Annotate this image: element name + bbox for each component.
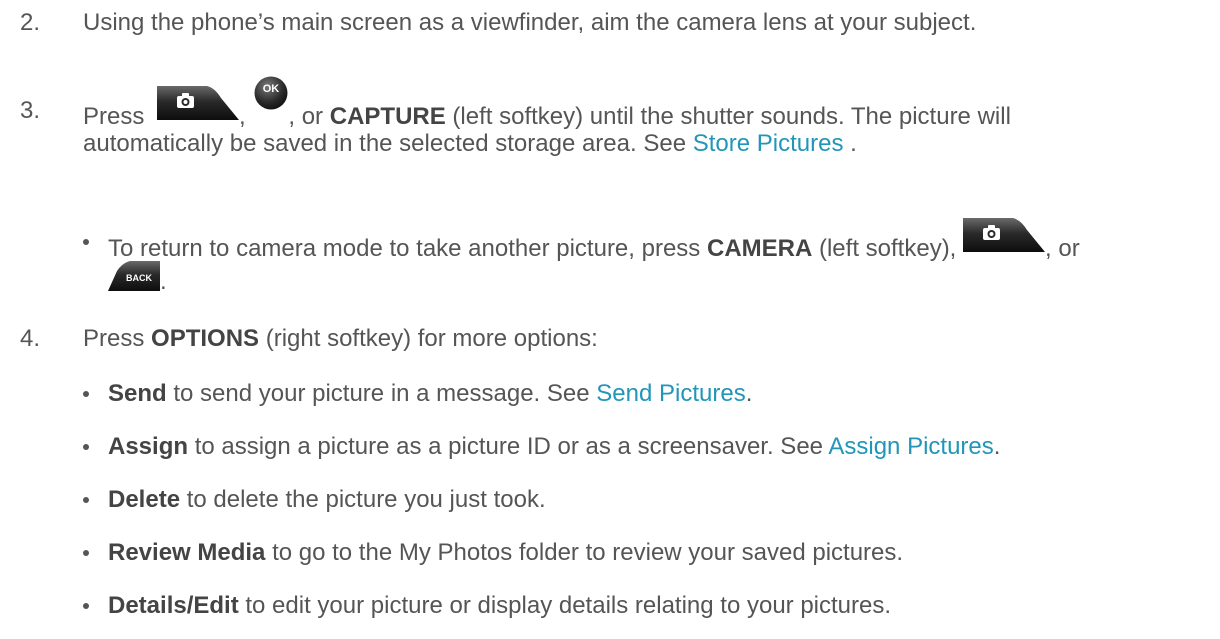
comma-or: , or — [288, 103, 324, 130]
step-text: Press , OK , or CAPTURE (left softkey) u… — [83, 76, 1190, 160]
step-number: 2. — [20, 9, 41, 36]
period: . — [745, 380, 753, 407]
back-key-icon: BACK — [108, 261, 160, 291]
bullet-dot — [83, 603, 89, 609]
camera-mode-bullet: To return to camera mode to take another… — [83, 218, 1203, 295]
comma: , — [239, 103, 246, 130]
option-delete: Delete to delete the picture you just to… — [83, 483, 1203, 516]
option-desc: to delete the picture you just took. — [186, 486, 546, 513]
store-pictures-link[interactable]: Store Pictures — [693, 130, 844, 157]
options-description: (right softkey) for more options: — [265, 325, 598, 352]
bullet-text: To return to camera mode to take another… — [108, 218, 1203, 295]
ok-key-icon: OK — [254, 76, 288, 110]
capture-label: CAPTURE — [329, 103, 446, 130]
send-pictures-link[interactable]: Send Pictures — [596, 380, 745, 407]
bullet-dot — [83, 497, 89, 503]
step-number: 4. — [20, 325, 41, 352]
period: . — [850, 130, 857, 157]
option-text: Assign to assign a picture as a picture … — [108, 430, 1203, 463]
press-text: Press — [83, 325, 145, 352]
camera-key-icon — [157, 86, 240, 120]
camera-key-icon — [963, 218, 1046, 252]
option-assign: Assign to assign a picture as a picture … — [83, 430, 1203, 463]
option-term: Send — [108, 380, 167, 407]
step-2: 2. Using the phone’s main screen as a vi… — [20, 6, 1190, 39]
svg-text:OK: OK — [263, 83, 280, 95]
option-desc: to go to the My Photos folder to review … — [272, 539, 904, 566]
capture-description-cont: automatically be saved in the selected s… — [83, 130, 687, 157]
option-desc: to assign a picture as a picture ID or a… — [194, 433, 824, 460]
camera-label: CAMERA — [706, 235, 813, 262]
capture-description: (left softkey) until the shutter sounds.… — [452, 103, 1011, 130]
bullet-dot — [83, 550, 89, 556]
option-desc: to edit your picture or display details … — [245, 592, 892, 619]
options-label: OPTIONS — [151, 325, 260, 352]
step-4: 4. Press OPTIONS (right softkey) for mor… — [20, 322, 1190, 355]
option-desc: to send your picture in a message. See — [173, 380, 590, 407]
bullet-mid: (left softkey), — [818, 235, 957, 262]
option-text: Details/Edit to edit your picture or dis… — [108, 589, 1203, 622]
option-send: Send to send your picture in a message. … — [83, 377, 1203, 410]
option-term: Delete — [108, 486, 181, 513]
press-text: Press — [83, 103, 145, 130]
option-review-media: Review Media to go to the My Photos fold… — [83, 536, 1203, 569]
option-text: Send to send your picture in a message. … — [108, 377, 1203, 410]
option-text: Review Media to go to the My Photos fold… — [108, 536, 1203, 569]
svg-text:BACK: BACK — [126, 273, 152, 283]
bullet-dot — [83, 391, 89, 397]
option-text: Delete to delete the picture you just to… — [108, 483, 1203, 516]
bullet-dot — [83, 444, 89, 450]
step-text: Press OPTIONS (right softkey) for more o… — [83, 322, 1190, 355]
comma-or: , or — [1045, 235, 1080, 262]
bullet-prefix: To return to camera mode to take another… — [108, 235, 701, 262]
step-text: Using the phone’s main screen as a viewf… — [83, 9, 977, 36]
option-term: Assign — [108, 433, 189, 460]
assign-pictures-link[interactable]: Assign Pictures — [828, 433, 993, 460]
option-details-edit: Details/Edit to edit your picture or dis… — [83, 589, 1203, 622]
step-3: 3. Press , OK , or CAPTURE (left softkey… — [20, 76, 1190, 160]
option-term: Review Media — [108, 539, 266, 566]
period: . — [993, 433, 1001, 460]
bullet-dot — [83, 239, 89, 245]
period: . — [160, 268, 167, 295]
option-term: Details/Edit — [108, 592, 239, 619]
manual-page: 2. Using the phone’s main screen as a vi… — [0, 0, 1220, 639]
step-number: 3. — [20, 97, 41, 124]
